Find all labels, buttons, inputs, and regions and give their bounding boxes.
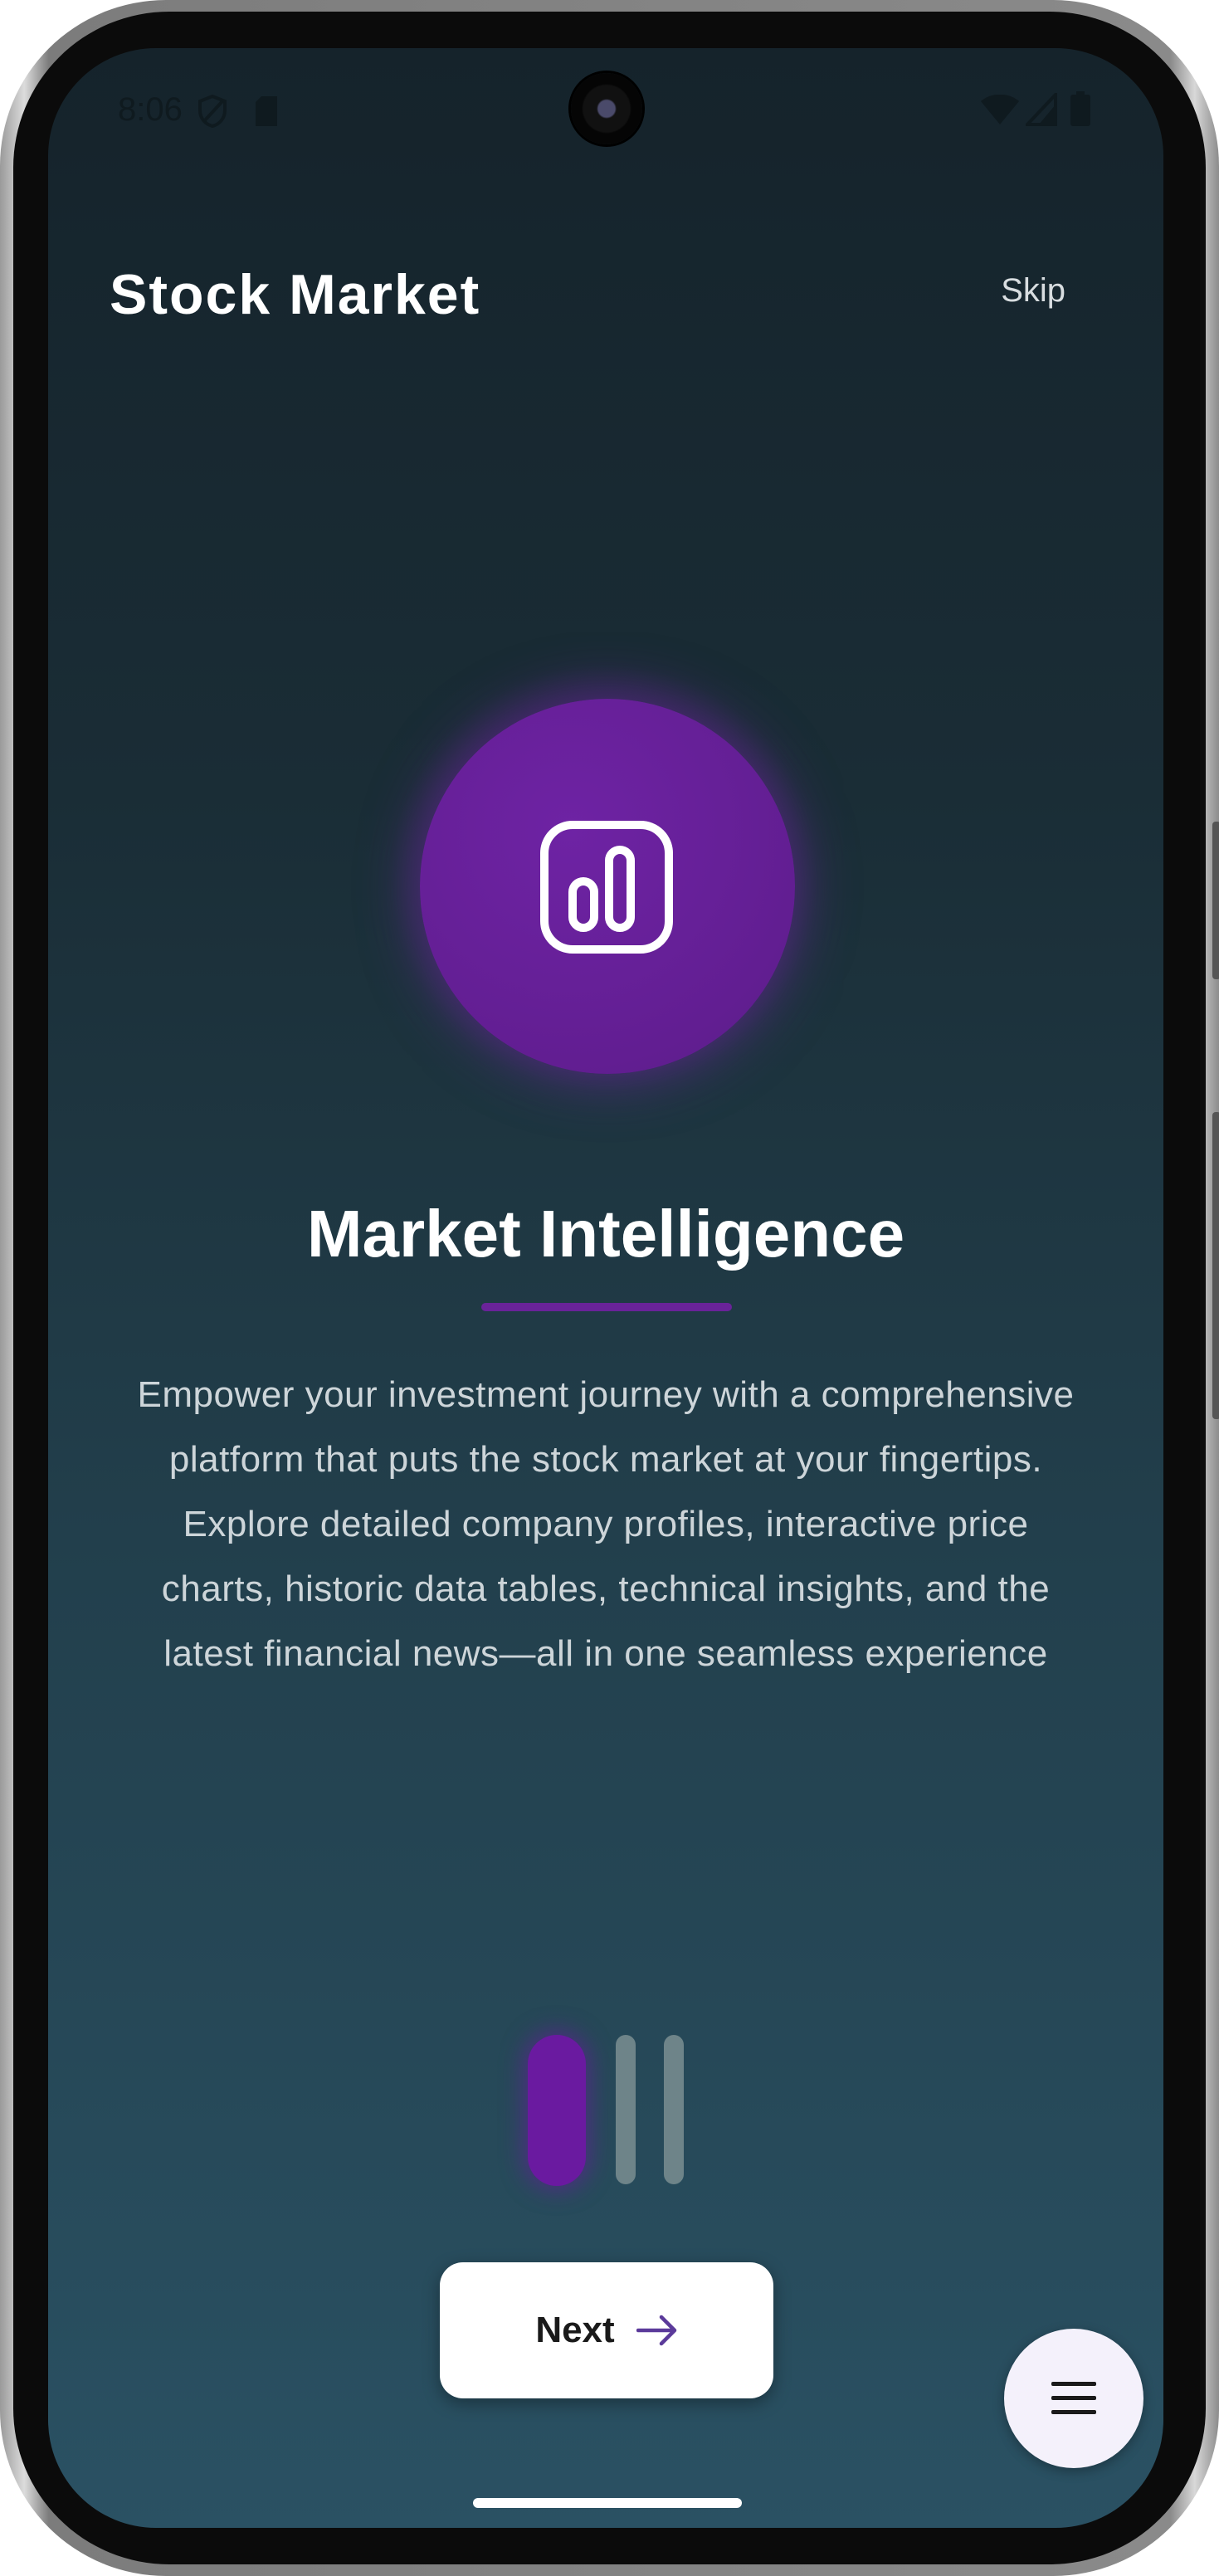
home-indicator[interactable] bbox=[473, 2498, 742, 2508]
sd-card-icon bbox=[256, 96, 277, 126]
page-heading: Market Intelligence bbox=[306, 1197, 905, 1271]
page-description: Empower your investment journey with a c… bbox=[137, 1374, 1075, 1674]
volume-button bbox=[1212, 822, 1219, 979]
page-indicator-active[interactable] bbox=[528, 2035, 586, 2186]
status-time: 8:06 bbox=[118, 91, 183, 128]
page-indicator[interactable] bbox=[616, 2035, 636, 2184]
shield-icon bbox=[198, 95, 227, 128]
menu-icon bbox=[1051, 2382, 1096, 2414]
page-indicator[interactable] bbox=[664, 2035, 684, 2184]
phone-frame: 8:06 Stock Market Skip Market Intelligen… bbox=[0, 0, 1219, 2576]
battery-icon bbox=[1070, 91, 1090, 126]
menu-button[interactable] bbox=[1004, 2329, 1143, 2468]
bar-chart-icon bbox=[540, 821, 673, 954]
app-title: Stock Market bbox=[110, 263, 481, 326]
app-screen: 8:06 Stock Market Skip Market Intelligen… bbox=[48, 48, 1163, 2528]
skip-button[interactable]: Skip bbox=[1001, 272, 1065, 310]
signal-icon bbox=[1026, 93, 1057, 126]
power-button bbox=[1212, 1112, 1219, 1419]
next-button-label: Next bbox=[535, 2310, 615, 2350]
wifi-icon bbox=[981, 95, 1019, 124]
front-camera bbox=[571, 73, 642, 144]
heading-underline bbox=[481, 1303, 732, 1311]
next-button[interactable]: Next bbox=[440, 2262, 773, 2398]
arrow-right-icon bbox=[636, 2315, 676, 2346]
